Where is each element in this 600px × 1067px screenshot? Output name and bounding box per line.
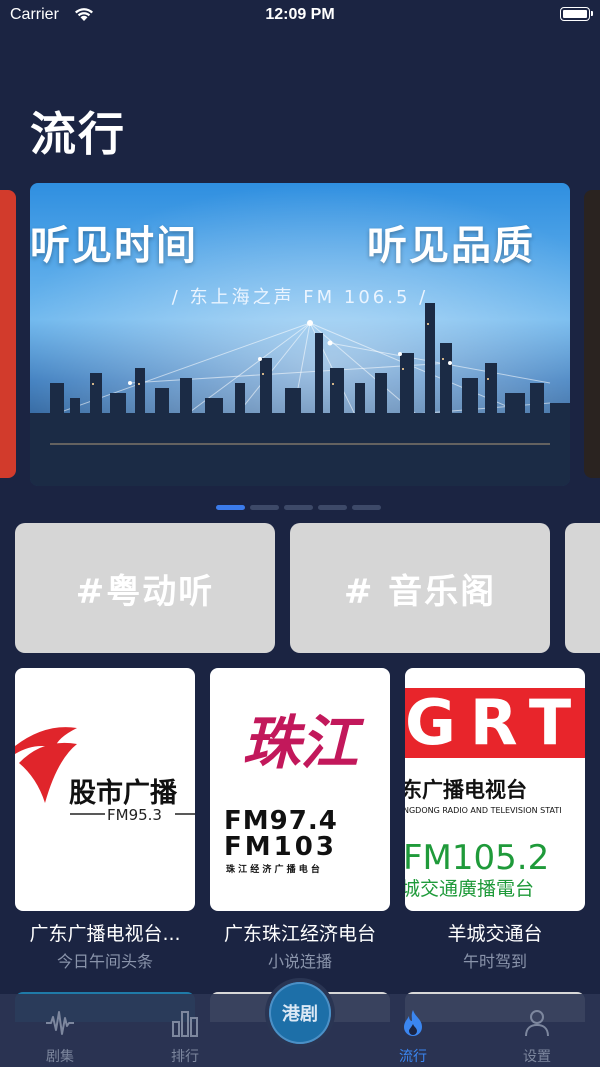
tab-label: 排行: [171, 1049, 199, 1065]
tab-popular[interactable]: 流行: [353, 994, 473, 1067]
banner-headline-right: 听见品质: [367, 223, 535, 269]
station-program: 小说连播: [267, 952, 332, 971]
station-logo-text: GRT: [405, 686, 585, 759]
status-bar: Carrier 12:09 PM: [0, 0, 600, 32]
station-logo: GRT 东广播电视台 NGDONG RADIO AND TELEVISION S…: [405, 668, 585, 911]
page-title: 流行: [30, 107, 126, 161]
station-logo-caption: 城交通廣播電台: [405, 878, 535, 900]
tab-label: 流行: [399, 1049, 427, 1065]
pager-dot[interactable]: [284, 505, 313, 510]
station-name: 广东广播电视台...: [29, 923, 181, 945]
station-logo: 珠江 FM97.4 FM103 珠 江 经 济 广 播 电 台: [210, 668, 390, 911]
station-logo-frequency: FM105.2: [405, 838, 550, 878]
station-name: 羊城交通台: [447, 923, 543, 945]
featured-banner[interactable]: 听见时间 听见品质 / 东上海之声 FM 106.5 /: [30, 183, 570, 486]
tab-hk-drama[interactable]: 港剧: [265, 978, 335, 1048]
station-card[interactable]: GRT 东广播电视台 NGDONG RADIO AND TELEVISION S…: [405, 668, 585, 972]
tag-card-peek[interactable]: [565, 523, 600, 653]
person-icon: [525, 1010, 549, 1037]
tab-ranking[interactable]: 排行: [125, 994, 245, 1067]
pager-dot[interactable]: [352, 505, 381, 510]
pager-dot-active[interactable]: [216, 505, 245, 510]
station-name: 广东珠江经济电台: [223, 923, 376, 945]
station-card[interactable]: 股市广播 FM95.3 广东广播电视台... 今日午间头条: [15, 668, 195, 972]
station-logo-title: 东广播电视台: [405, 778, 527, 802]
tab-label: 剧集: [46, 1049, 74, 1065]
banner-headline-left: 听见时间: [30, 223, 198, 269]
tag-label: # 音乐阁: [343, 571, 497, 612]
tag-card[interactable]: # 音乐阁: [290, 523, 550, 653]
station-logo-text: 珠江: [241, 709, 358, 777]
waveform-icon: [46, 1011, 74, 1035]
station-program: 今日午间头条: [56, 952, 153, 971]
pager-dot[interactable]: [318, 505, 347, 510]
tab-label: 设置: [523, 1049, 551, 1065]
banner-peek-previous[interactable]: [0, 190, 16, 478]
station-logo-caption: 珠 江 经 济 广 播 电 台: [226, 865, 320, 875]
tag-card[interactable]: #粤动听: [15, 523, 275, 653]
station-logo: 股市广播 FM95.3: [15, 668, 195, 911]
banner-subline: / 东上海之声 FM 106.5 /: [171, 287, 429, 308]
station-logo-text: 股市广播: [69, 778, 177, 809]
tag-label: #粤动听: [75, 571, 215, 612]
tab-episodes[interactable]: 剧集: [0, 994, 120, 1067]
banner-peek-next[interactable]: [584, 190, 600, 478]
station-program: 午时驾到: [462, 952, 527, 971]
tab-settings[interactable]: 设置: [477, 994, 597, 1067]
station-logo-frequency: FM95.3: [107, 806, 162, 824]
station-logo-frequency-2: FM103: [224, 832, 337, 862]
flame-icon: [404, 1010, 422, 1036]
station-logo-english: NGDONG RADIO AND TELEVISION STATI: [405, 806, 562, 815]
center-logo: 港剧: [269, 982, 331, 1044]
bar-chart-icon: [172, 1011, 198, 1037]
pager-dot[interactable]: [250, 505, 279, 510]
center-logo-label: 港剧: [282, 1004, 318, 1025]
banner-pager: [216, 505, 381, 510]
station-card[interactable]: 珠江 FM97.4 FM103 珠 江 经 济 广 播 电 台 广东珠江经济电台…: [210, 668, 390, 972]
status-time: 12:09 PM: [265, 6, 335, 23]
battery-icon: [560, 7, 593, 21]
